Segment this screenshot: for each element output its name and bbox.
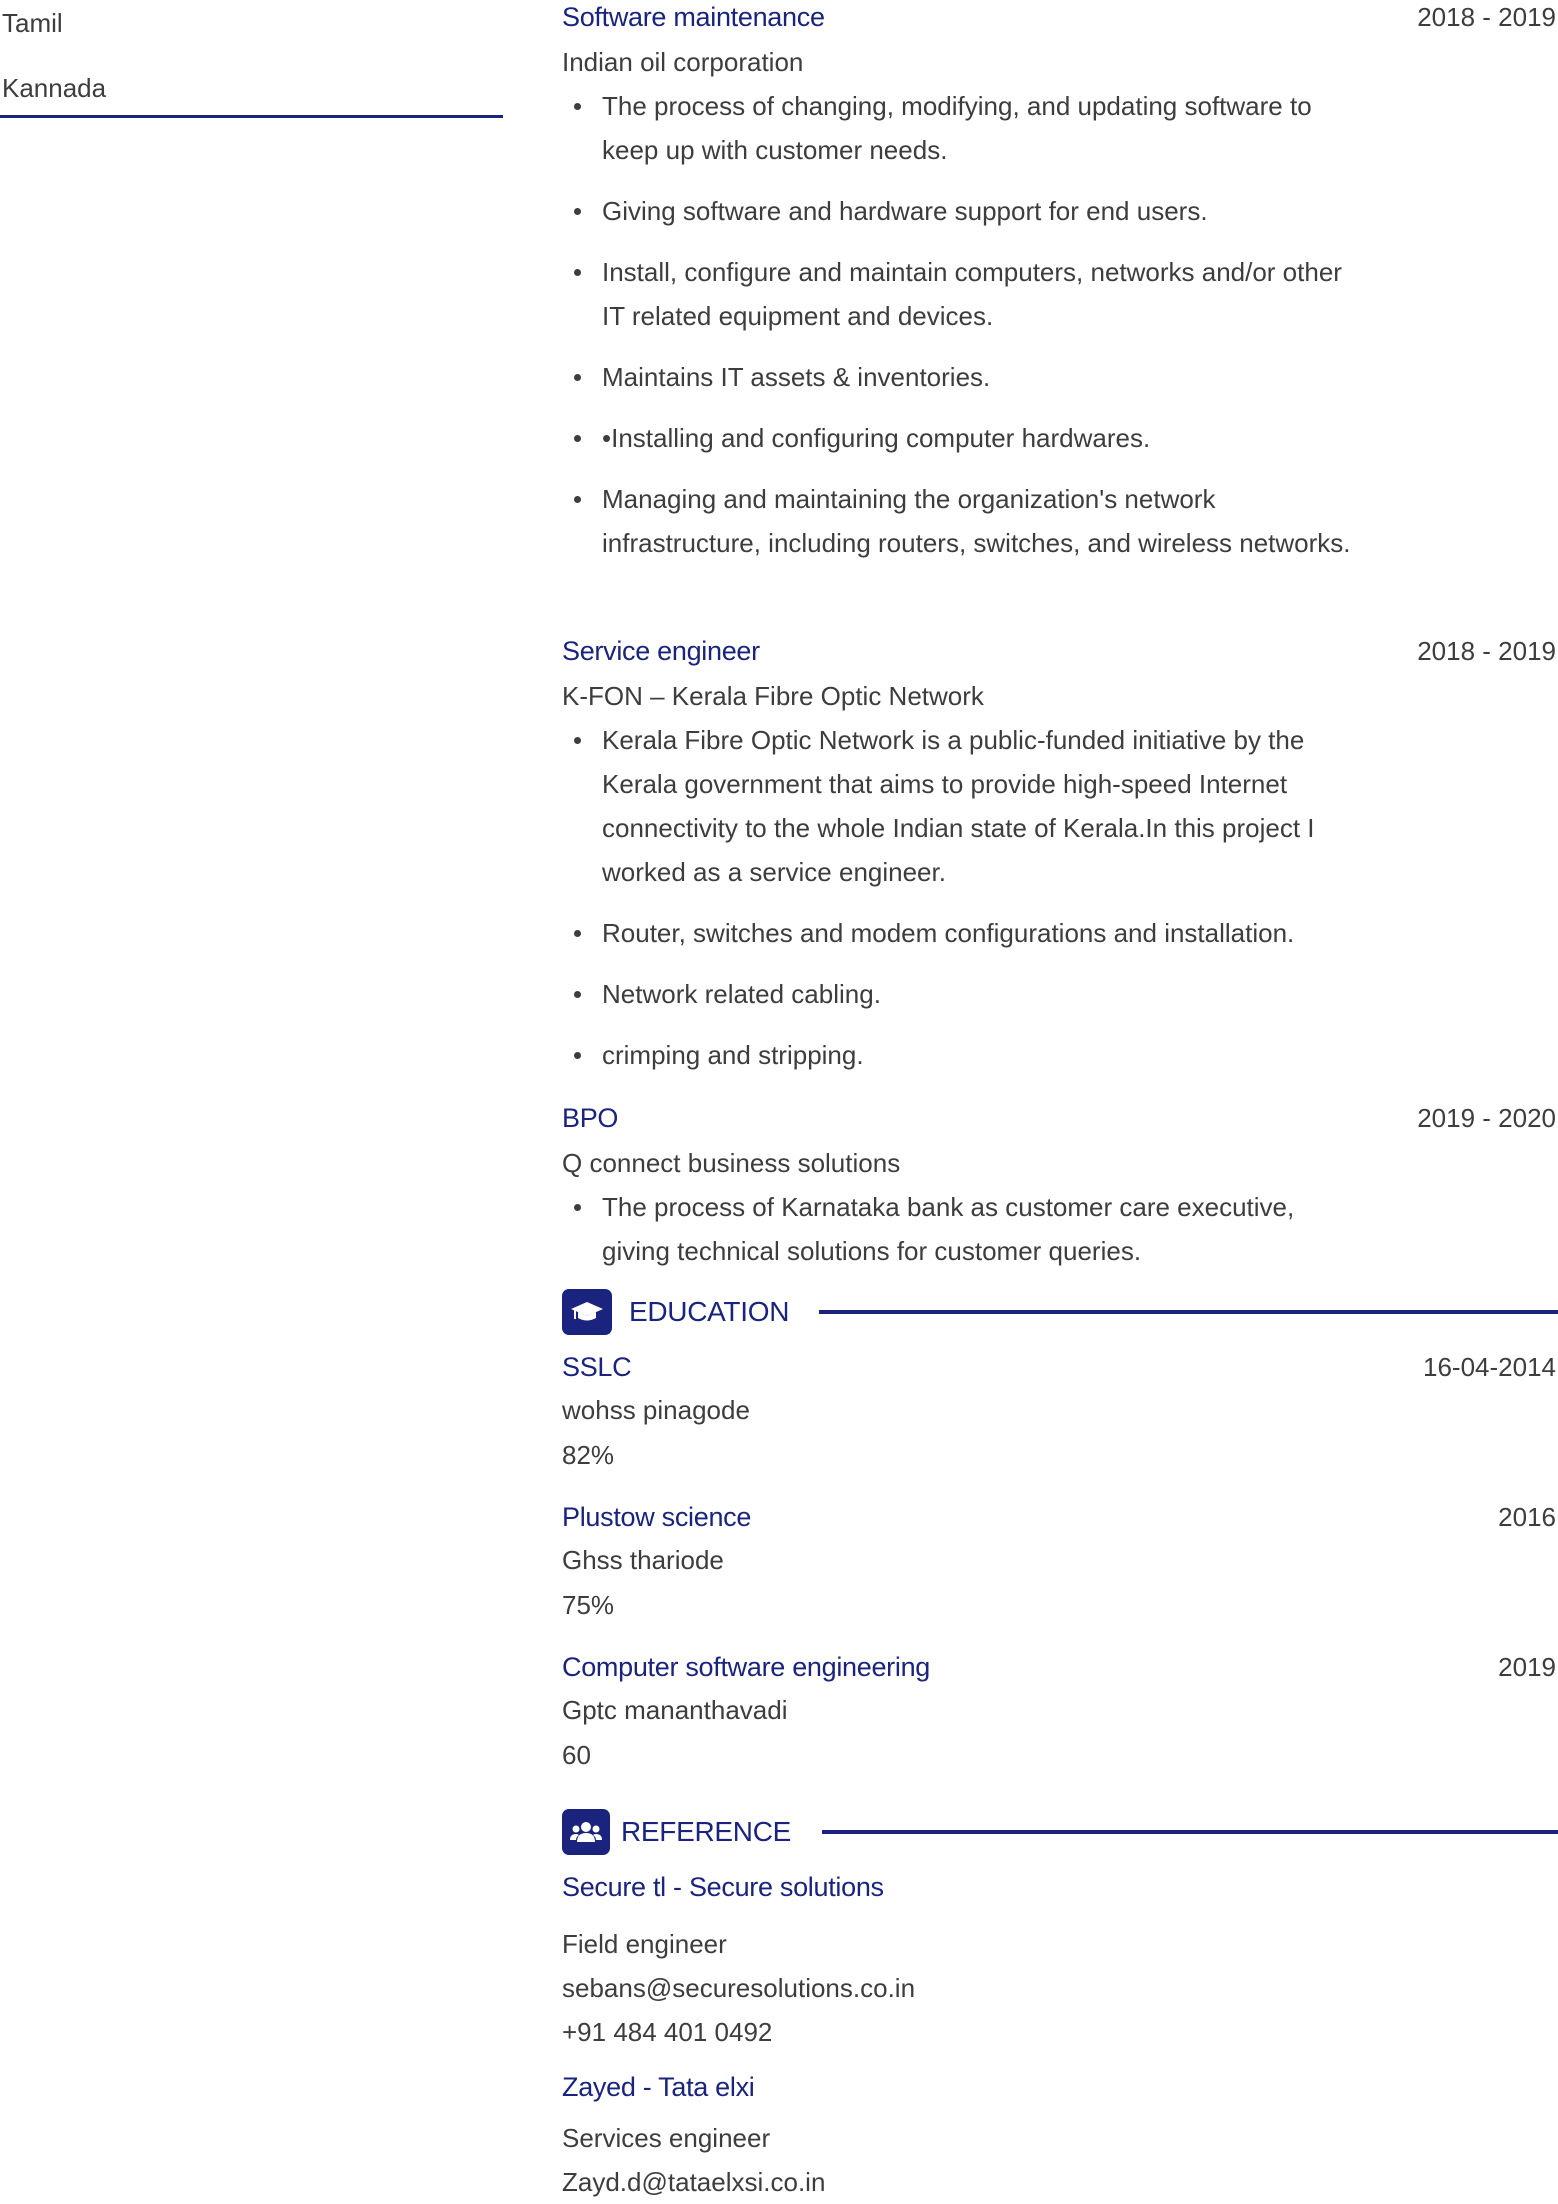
- education-entry: SSLC 16-04-2014 wohss pinagode 82%: [562, 1352, 1556, 1478]
- education-date: 2016: [1498, 1502, 1556, 1532]
- job-company: K-FON – Kerala Fibre Optic Network: [562, 681, 984, 711]
- education-section-header: EDUCATION: [562, 1287, 1558, 1337]
- section-divider: [819, 1310, 1558, 1314]
- reference-entry: Secure tl - Secure solutions Field engin…: [562, 1872, 1556, 2054]
- reference-entry: Zayed - Tata elxi Services engineer Zayd…: [562, 2072, 1556, 2204]
- school-name: wohss pinagode: [562, 1395, 750, 1425]
- education-score: 60: [562, 1740, 591, 1770]
- job-title: Service engineer: [562, 636, 760, 666]
- school-name: Ghss thariode: [562, 1545, 724, 1575]
- job-bullets: Kerala Fibre Optic Network is a public-f…: [562, 718, 1556, 1077]
- reference-name: Zayed - Tata elxi: [562, 2072, 755, 2102]
- education-entry: Plustow science 2016 Ghss thariode 75%: [562, 1502, 1556, 1628]
- school-name: Gptc mananthavadi: [562, 1695, 788, 1725]
- experience-entry: Service engineer 2018 - 2019 K-FON – Ker…: [562, 636, 1556, 1094]
- reference-email: sebans@securesolutions.co.in: [562, 1973, 916, 2003]
- reference-phone: +91 484 401 0492: [562, 2017, 773, 2047]
- reference-section-header: REFERENCE: [562, 1807, 1558, 1857]
- education-date: 2019: [1498, 1652, 1556, 1682]
- bullet-item: The process of changing, modifying, and …: [562, 84, 1352, 172]
- job-bullets: The process of Karnataka bank as custome…: [562, 1185, 1556, 1273]
- experience-entry: Software maintenance 2018 - 2019 Indian …: [562, 2, 1556, 582]
- section-title: EDUCATION: [629, 1296, 790, 1327]
- bullet-item: •Installing and configuring computer har…: [562, 416, 1352, 460]
- degree-title: Plustow science: [562, 1502, 752, 1532]
- language-item: Tamil: [2, 8, 63, 38]
- section-title: REFERENCE: [621, 1816, 791, 1847]
- degree-title: Computer software engineering: [562, 1652, 931, 1682]
- bullet-item: crimping and stripping.: [562, 1033, 1352, 1077]
- education-date: 16-04-2014: [1423, 1352, 1556, 1382]
- job-dates: 2018 - 2019: [1417, 636, 1556, 666]
- education-score: 75%: [562, 1590, 615, 1620]
- degree-title: SSLC: [562, 1352, 632, 1382]
- bullet-item: Managing and maintaining the organizatio…: [562, 477, 1352, 565]
- education-score: 82%: [562, 1440, 615, 1470]
- bullet-item: The process of Karnataka bank as custome…: [562, 1185, 1352, 1273]
- bullet-item: Install, configure and maintain computer…: [562, 250, 1352, 338]
- experience-entry: BPO 2019 - 2020 Q connect business solut…: [562, 1103, 1556, 1290]
- education-entry: Computer software engineering 2019 Gptc …: [562, 1652, 1556, 1778]
- job-dates: 2019 - 2020: [1417, 1103, 1556, 1133]
- users-icon: [562, 1809, 610, 1855]
- bullet-item: Giving software and hardware support for…: [562, 189, 1352, 233]
- bullet-item: Network related cabling.: [562, 972, 1352, 1016]
- bullet-item: Maintains IT assets & inventories.: [562, 355, 1352, 399]
- reference-role: Field engineer: [562, 1929, 727, 1959]
- reference-name: Secure tl - Secure solutions: [562, 1872, 884, 1902]
- section-divider: [822, 1830, 1558, 1834]
- bullet-item: Router, switches and modem configuration…: [562, 911, 1352, 955]
- reference-role: Services engineer: [562, 2123, 771, 2153]
- job-title: BPO: [562, 1103, 619, 1133]
- job-company: Indian oil corporation: [562, 47, 804, 77]
- job-dates: 2018 - 2019: [1417, 2, 1556, 32]
- bullet-item: Kerala Fibre Optic Network is a public-f…: [562, 718, 1352, 894]
- job-title: Software maintenance: [562, 2, 825, 32]
- language-item: Kannada: [2, 73, 107, 103]
- sidebar-divider: [0, 115, 503, 118]
- reference-email: Zayd.d@tataelxsi.co.in: [562, 2167, 826, 2197]
- job-bullets: The process of changing, modifying, and …: [562, 84, 1556, 565]
- graduation-cap-icon: [562, 1289, 612, 1335]
- job-company: Q connect business solutions: [562, 1148, 901, 1178]
